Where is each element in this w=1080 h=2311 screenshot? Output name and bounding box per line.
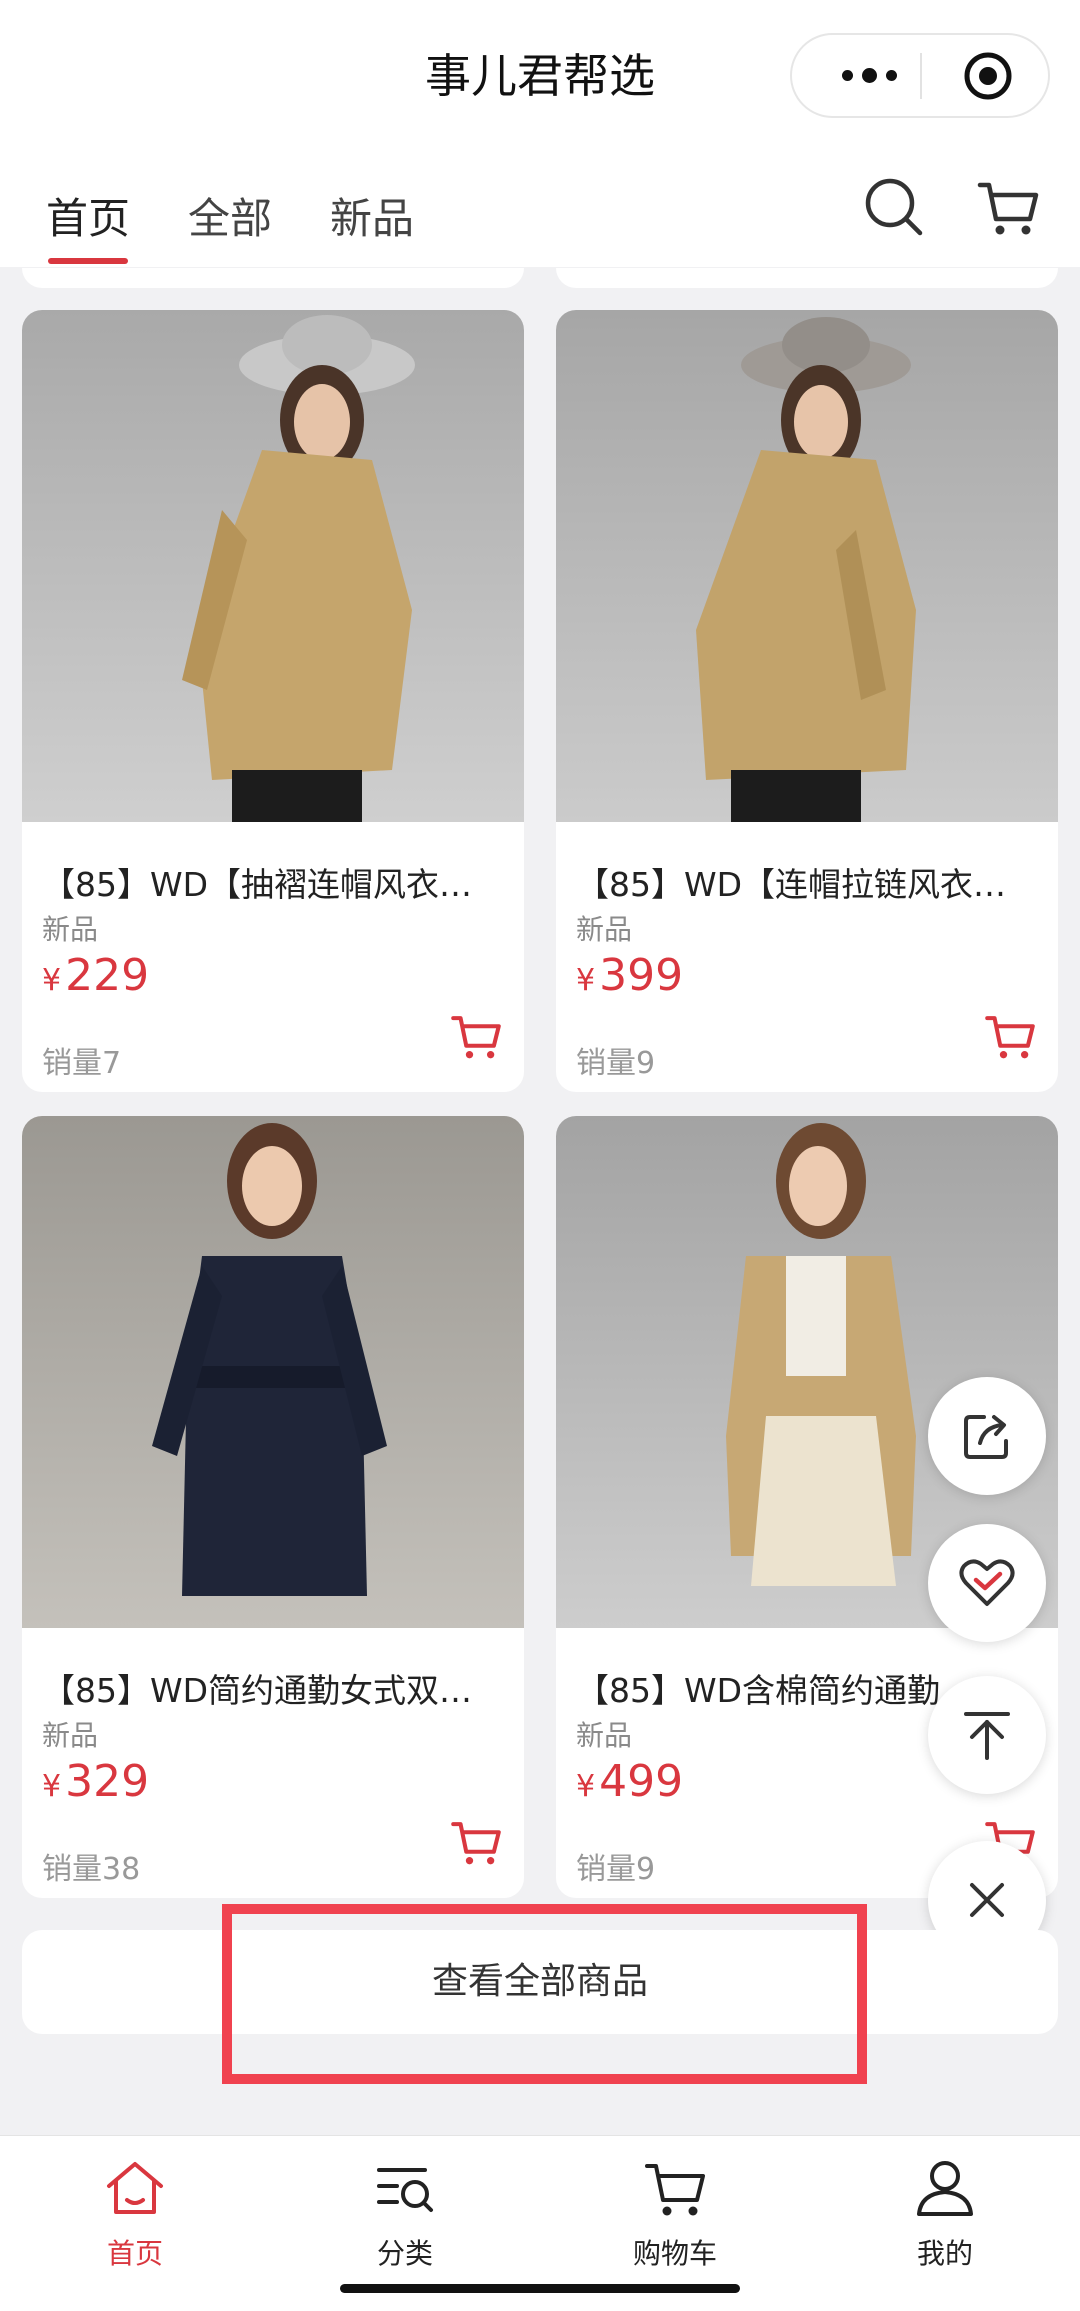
top-tabs: 首页 全部 新品 <box>0 145 1080 267</box>
cart-icon <box>645 2164 705 2216</box>
product-name: 【85】WD【抽褶连帽风衣… <box>42 865 473 904</box>
sales-count: 销量7 <box>42 1046 122 1081</box>
view-all-products-button[interactable]: 查看全部商品 <box>22 1930 1058 2034</box>
new-tag: 新品 <box>42 1719 99 1752</box>
add-to-cart-icon[interactable] <box>984 1010 1036 1062</box>
tab-new[interactable]: 新品 <box>330 185 414 246</box>
tab-home[interactable]: 首页 <box>46 185 130 246</box>
product-card[interactable]: 【85】WD【抽褶连帽风衣… 新品 ¥229 销量7 <box>22 310 524 1092</box>
previous-card-bottom <box>556 268 1058 288</box>
share-icon <box>964 1415 1008 1459</box>
search-icon[interactable] <box>862 175 926 239</box>
share-button[interactable] <box>928 1377 1046 1495</box>
product-image <box>556 310 1058 822</box>
back-to-top-button[interactable] <box>928 1676 1046 1794</box>
add-to-cart-icon[interactable] <box>450 1816 502 1868</box>
nav-home-label: 首页 <box>106 2237 163 2270</box>
product-name: 【85】WD简约通勤女式双… <box>42 1671 473 1710</box>
product-price: ¥329 <box>42 1756 150 1807</box>
product-price: ¥229 <box>42 950 150 1001</box>
category-icon <box>377 2168 433 2212</box>
new-tag: 新品 <box>42 913 99 946</box>
sales-count: 销量38 <box>42 1852 141 1887</box>
new-tag: 新品 <box>576 913 633 946</box>
arrow-up-icon <box>964 1712 1010 1760</box>
add-to-cart-icon[interactable] <box>450 1010 502 1062</box>
nav-category[interactable]: 分类 <box>325 2148 485 2270</box>
nav-category-label: 分类 <box>376 2237 433 2270</box>
capsule-divider <box>920 53 922 99</box>
product-card[interactable]: 【85】WD【连帽拉链风衣… 新品 ¥399 销量9 <box>556 310 1058 1092</box>
active-tab-indicator <box>48 258 128 264</box>
title-bar: 事儿君帮选 <box>0 0 1080 145</box>
previous-card-bottom <box>22 268 524 288</box>
home-indicator <box>340 2284 740 2293</box>
more-options-icon[interactable] <box>824 35 914 116</box>
nav-cart-label: 购物车 <box>632 2237 717 2270</box>
sales-count: 销量9 <box>576 1852 656 1887</box>
heart-check-icon <box>959 1559 1015 1606</box>
miniprogram-capsule <box>790 33 1050 118</box>
new-tag: 新品 <box>576 1719 633 1752</box>
favorite-button[interactable] <box>928 1524 1046 1642</box>
nav-cart[interactable]: 购物车 <box>595 2148 755 2270</box>
nav-home[interactable]: 首页 <box>55 2148 215 2270</box>
close-miniprogram-icon[interactable] <box>962 50 1014 102</box>
nav-me-label: 我的 <box>916 2237 973 2270</box>
product-name: 【85】WD【连帽拉链风衣… <box>576 865 1007 904</box>
product-image <box>22 310 524 822</box>
home-icon <box>107 2162 163 2214</box>
cart-icon[interactable] <box>976 175 1040 239</box>
sales-count: 销量9 <box>576 1046 656 1081</box>
nav-me[interactable]: 我的 <box>865 2148 1025 2270</box>
product-card[interactable]: 【85】WD简约通勤女式双… 新品 ¥329 销量38 <box>22 1116 524 1898</box>
product-image <box>22 1116 524 1628</box>
tab-all[interactable]: 全部 <box>188 185 272 246</box>
product-price: ¥399 <box>576 950 684 1001</box>
user-icon <box>917 2161 973 2216</box>
product-price: ¥499 <box>576 1756 684 1807</box>
close-icon <box>970 1883 1004 1917</box>
